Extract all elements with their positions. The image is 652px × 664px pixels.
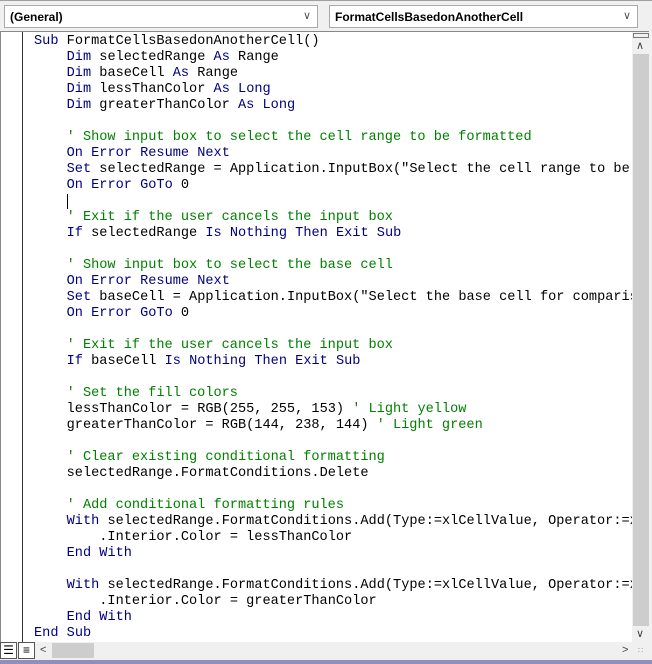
horizontal-scroll-thumb[interactable] bbox=[52, 643, 94, 658]
code-line[interactable]: End With bbox=[34, 610, 632, 626]
split-bar-handle[interactable] bbox=[633, 33, 649, 38]
code-line[interactable]: selectedRange.FormatConditions.Delete bbox=[34, 466, 632, 482]
code-line[interactable]: ' Clear existing conditional formatting bbox=[34, 450, 632, 466]
object-dropdown-value: (General) bbox=[10, 10, 63, 24]
object-dropdown[interactable]: (General) ∨ bbox=[4, 5, 318, 28]
margin-indicator-bar[interactable] bbox=[1, 32, 23, 642]
procedure-dropdown-value: FormatCellsBasedonAnotherCell bbox=[335, 10, 524, 24]
code-line[interactable]: .Interior.Color = greaterThanColor bbox=[34, 594, 632, 610]
resize-grip-icon[interactable]: ∷ bbox=[638, 646, 643, 655]
code-line[interactable]: On Error Resume Next bbox=[34, 146, 632, 162]
scroll-up-icon[interactable]: ∧ bbox=[636, 39, 644, 52]
code-window[interactable]: Sub FormatCellsBasedonAnotherCell() Dim … bbox=[34, 34, 632, 640]
code-editor[interactable]: Sub FormatCellsBasedonAnotherCell() Dim … bbox=[0, 31, 649, 642]
code-line[interactable]: ' Show input box to select the base cell bbox=[34, 258, 632, 274]
code-line[interactable]: Dim selectedRange As Range bbox=[34, 50, 632, 66]
code-line[interactable]: If baseCell Is Nothing Then Exit Sub bbox=[34, 354, 632, 370]
code-line[interactable] bbox=[34, 562, 632, 578]
code-line[interactable] bbox=[34, 370, 632, 386]
code-line[interactable]: End Sub bbox=[34, 626, 632, 640]
code-line[interactable]: Dim greaterThanColor As Long bbox=[34, 98, 632, 114]
horizontal-scrollbar[interactable]: ☰ ≡ < > ∷ bbox=[0, 642, 652, 660]
code-line[interactable]: ' Exit if the user cancels the input box bbox=[34, 338, 632, 354]
code-line[interactable]: With selectedRange.FormatConditions.Add(… bbox=[34, 578, 632, 594]
code-line[interactable]: .Interior.Color = lessThanColor bbox=[34, 530, 632, 546]
code-line[interactable]: ' Exit if the user cancels the input box bbox=[34, 210, 632, 226]
code-line[interactable]: With selectedRange.FormatConditions.Add(… bbox=[34, 514, 632, 530]
code-line[interactable]: On Error GoTo 0 bbox=[34, 306, 632, 322]
code-line[interactable]: End With bbox=[34, 546, 632, 562]
code-line[interactable]: ' Add conditional formatting rules bbox=[34, 498, 632, 514]
code-line[interactable] bbox=[34, 434, 632, 450]
code-line[interactable]: On Error GoTo 0 bbox=[34, 178, 632, 194]
vertical-scroll-thumb[interactable] bbox=[633, 54, 649, 626]
chevron-down-icon: ∨ bbox=[622, 10, 631, 22]
code-line[interactable] bbox=[34, 114, 632, 130]
full-module-view-icon[interactable]: ≡ bbox=[18, 642, 35, 659]
code-line[interactable]: ' Set the fill colors bbox=[34, 386, 632, 402]
scroll-right-icon[interactable]: > bbox=[622, 644, 628, 656]
code-line[interactable]: ' Show input box to select the cell rang… bbox=[34, 130, 632, 146]
code-line[interactable]: Dim lessThanColor As Long bbox=[34, 82, 632, 98]
code-line[interactable]: On Error Resume Next bbox=[34, 274, 632, 290]
scroll-down-icon[interactable]: ∨ bbox=[636, 627, 644, 640]
code-line[interactable] bbox=[34, 242, 632, 258]
code-line[interactable]: Set selectedRange = Application.InputBox… bbox=[34, 162, 632, 178]
code-line[interactable]: Dim baseCell As Range bbox=[34, 66, 632, 82]
code-line[interactable] bbox=[34, 322, 632, 338]
procedure-view-icon[interactable]: ☰ bbox=[0, 642, 17, 659]
code-line[interactable]: lessThanColor = RGB(255, 255, 153) ' Lig… bbox=[34, 402, 632, 418]
code-line[interactable] bbox=[34, 482, 632, 498]
code-line[interactable]: If selectedRange Is Nothing Then Exit Su… bbox=[34, 226, 632, 242]
procedure-dropdown[interactable]: FormatCellsBasedonAnotherCell ∨ bbox=[329, 5, 638, 28]
scroll-left-icon[interactable]: < bbox=[40, 644, 46, 656]
code-line[interactable]: Sub FormatCellsBasedonAnotherCell() bbox=[34, 34, 632, 50]
code-line[interactable] bbox=[34, 194, 632, 210]
text-cursor bbox=[66, 194, 68, 209]
window-bottom-border bbox=[0, 660, 652, 664]
vertical-scrollbar[interactable]: ∧ ∨ bbox=[632, 32, 649, 642]
toolbar: (General) ∨ FormatCellsBasedonAnotherCel… bbox=[0, 0, 652, 31]
code-line[interactable]: Set baseCell = Application.InputBox("Sel… bbox=[34, 290, 632, 306]
code-line[interactable]: greaterThanColor = RGB(144, 238, 144) ' … bbox=[34, 418, 632, 434]
chevron-down-icon: ∨ bbox=[302, 10, 311, 22]
